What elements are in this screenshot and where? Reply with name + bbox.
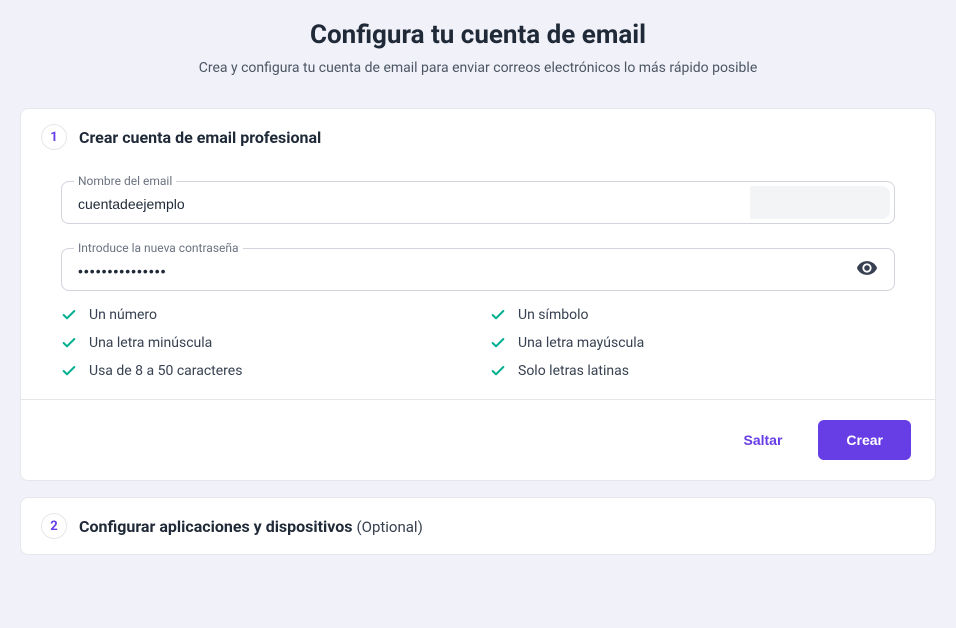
- step1-card: 1 Crear cuenta de email profesional Nomb…: [20, 108, 936, 481]
- skip-button[interactable]: Saltar: [731, 422, 794, 458]
- check-icon: [490, 363, 506, 379]
- check-icon: [490, 307, 506, 323]
- page-title: Configura tu cuenta de email: [20, 20, 936, 50]
- requirement-label: Una letra mayúscula: [518, 335, 644, 351]
- step2-optional: (Optional): [357, 518, 423, 536]
- step1-header: 1 Crear cuenta de email profesional: [21, 109, 935, 165]
- requirement-label: Un número: [89, 307, 157, 323]
- create-button[interactable]: Crear: [818, 420, 911, 460]
- email-field-wrapper: Nombre del email: [61, 181, 895, 224]
- email-label: Nombre del email: [74, 174, 176, 188]
- password-field-wrapper: Introduce la nueva contraseña: [61, 248, 895, 291]
- step2-title-text: Configurar aplicaciones y dispositivos: [79, 517, 357, 536]
- step2-number: 2: [41, 513, 67, 539]
- check-icon: [61, 335, 77, 351]
- requirement-latin: Solo letras latinas: [490, 363, 895, 379]
- step1-footer: Saltar Crear: [21, 399, 935, 480]
- requirement-label: Una letra minúscula: [89, 335, 212, 351]
- step2-title: Configurar aplicaciones y dispositivos (…: [79, 517, 423, 536]
- check-icon: [490, 335, 506, 351]
- check-icon: [61, 307, 77, 323]
- requirement-length: Usa de 8 a 50 caracteres: [61, 363, 466, 379]
- email-input[interactable]: [78, 194, 734, 212]
- requirement-lowercase: Una letra minúscula: [61, 335, 466, 351]
- step1-title: Crear cuenta de email profesional: [79, 128, 321, 147]
- eye-icon: [856, 257, 878, 282]
- password-label: Introduce la nueva contraseña: [74, 241, 243, 255]
- step2-card[interactable]: 2 Configurar aplicaciones y dispositivos…: [20, 497, 936, 555]
- email-domain-suffix: [750, 186, 890, 219]
- requirement-label: Usa de 8 a 50 caracteres: [89, 363, 242, 379]
- page-subtitle: Crea y configura tu cuenta de email para…: [20, 60, 936, 76]
- requirement-label: Solo letras latinas: [518, 363, 629, 379]
- page-header: Configura tu cuenta de email Crea y conf…: [20, 20, 936, 76]
- toggle-password-visibility-button[interactable]: [852, 255, 882, 285]
- requirement-uppercase: Una letra mayúscula: [490, 335, 895, 351]
- requirement-symbol: Un símbolo: [490, 307, 895, 323]
- password-input[interactable]: [78, 261, 844, 279]
- password-requirements: Un número Un símbolo Una letra minúscula: [61, 307, 895, 379]
- requirement-number: Un número: [61, 307, 466, 323]
- requirement-label: Un símbolo: [518, 307, 589, 323]
- check-icon: [61, 363, 77, 379]
- step1-number: 1: [41, 124, 67, 150]
- step1-body: Nombre del email Introduce la nueva cont…: [21, 165, 935, 379]
- step2-header: 2 Configurar aplicaciones y dispositivos…: [21, 498, 935, 554]
